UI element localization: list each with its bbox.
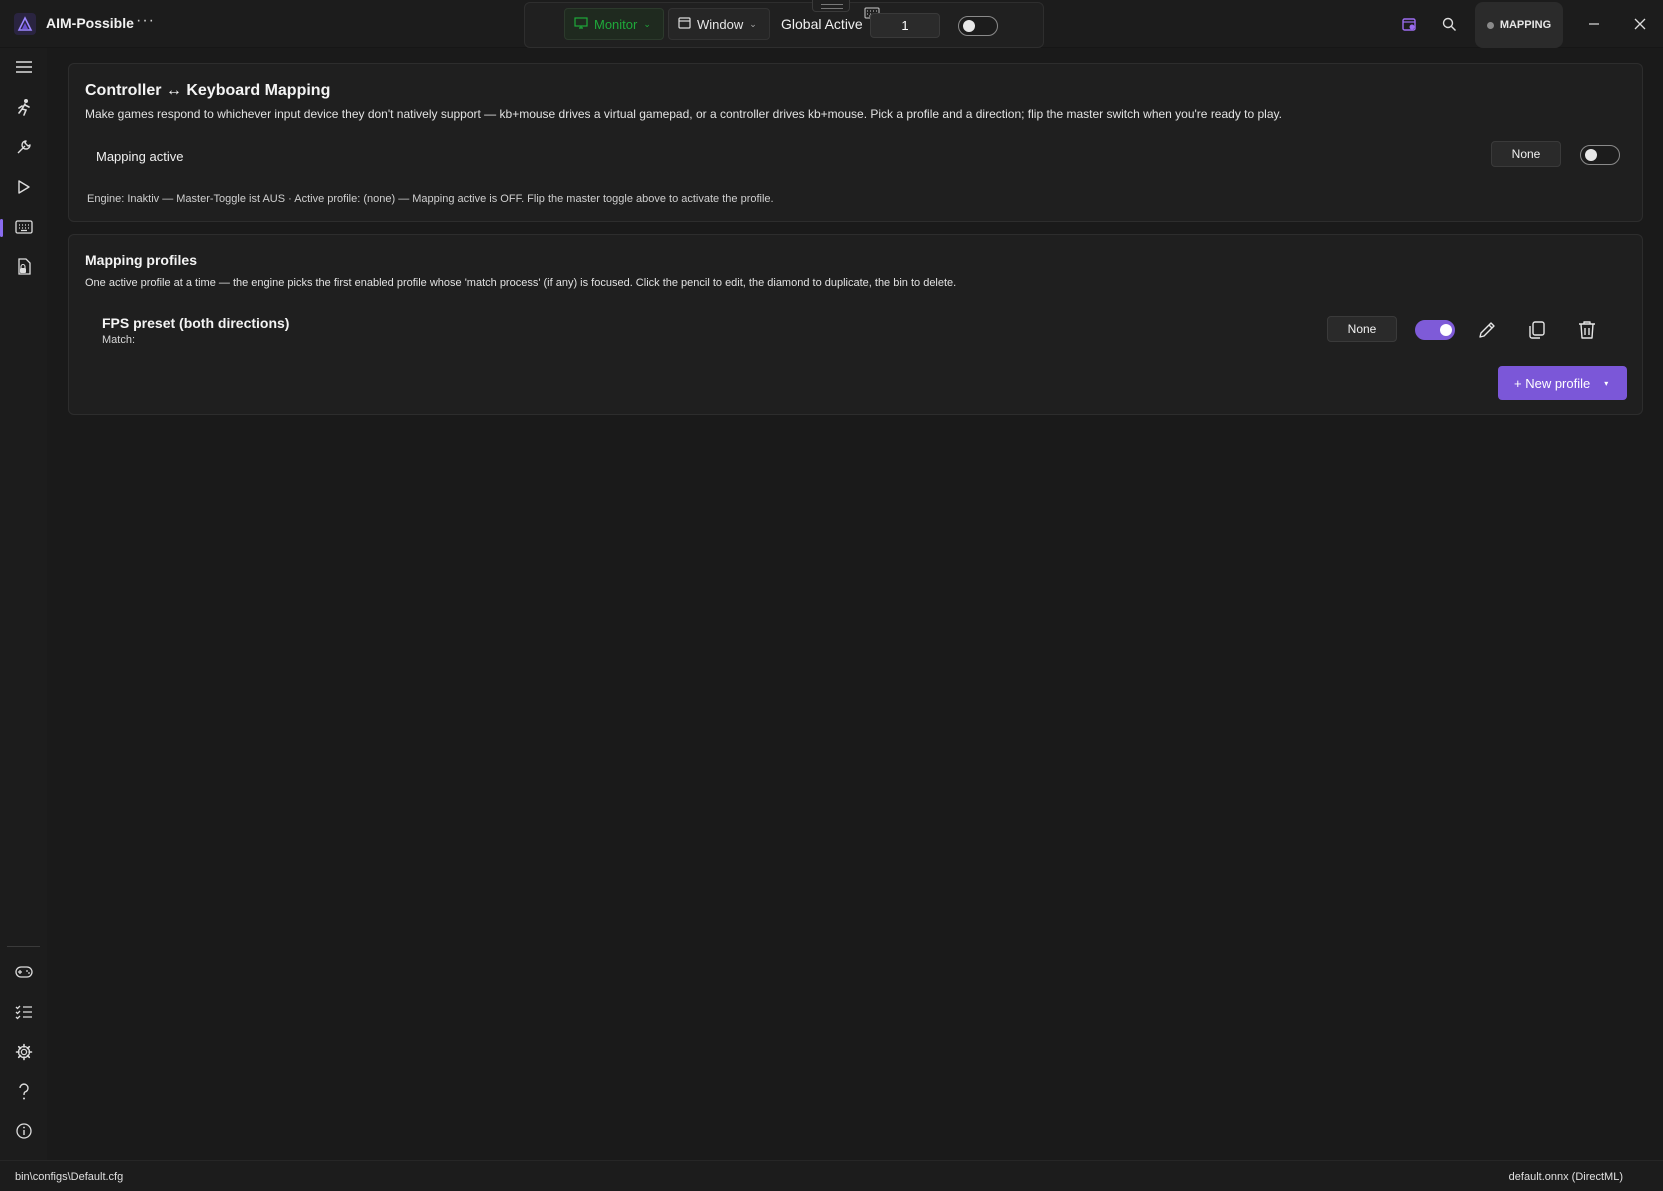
status-bar: bin\configs\Default.cfg default.onnx (Di…	[0, 1160, 1663, 1191]
global-active-label: Global Active	[781, 16, 863, 32]
profile-name: FPS preset (both directions)	[102, 315, 290, 331]
model-info: default.onnx (DirectML)	[1508, 1171, 1623, 1183]
profile-hotkey-button[interactable]: None	[1327, 316, 1397, 342]
mapping-card: Controller ↔ Keyboard Mapping Make games…	[68, 63, 1643, 222]
gear-icon[interactable]	[13, 1041, 35, 1063]
search-icon[interactable]	[1439, 14, 1459, 34]
sidebar-divider	[7, 946, 40, 947]
play-icon[interactable]	[13, 176, 35, 198]
mode-badge-label: MAPPING	[1499, 19, 1552, 31]
close-button[interactable]	[1628, 12, 1652, 36]
mapping-hotkey-button[interactable]: None	[1491, 141, 1561, 167]
pencil-icon[interactable]	[1475, 318, 1499, 342]
monitor-label: Monitor	[594, 16, 638, 32]
drag-handle[interactable]	[812, 0, 850, 12]
mapping-active-toggle[interactable]	[1580, 145, 1620, 165]
global-active-toggle[interactable]	[958, 16, 998, 36]
sidebar	[0, 48, 47, 1160]
monitor-icon	[574, 16, 588, 32]
window-dropdown[interactable]: Window ⌄	[668, 8, 770, 40]
keyboard-icon[interactable]	[13, 216, 35, 238]
mode-badge[interactable]: MAPPING	[1475, 2, 1563, 48]
wrench-icon[interactable]	[13, 136, 35, 158]
monitor-dropdown[interactable]: Monitor ⌄	[564, 8, 664, 40]
gamepad-icon[interactable]	[13, 961, 35, 983]
mapping-active-label: Mapping active	[96, 149, 184, 164]
sidebar-active-indicator	[0, 219, 3, 237]
checklist-icon[interactable]	[13, 1001, 35, 1023]
profiles-card: Mapping profiles One active profile at a…	[68, 234, 1643, 415]
document-lock-icon[interactable]	[13, 256, 35, 278]
toggle-knob	[1585, 149, 1597, 161]
caret-down-icon[interactable]: ▾	[1604, 379, 1608, 388]
minimize-button[interactable]	[1582, 12, 1606, 36]
toggle-knob	[963, 20, 975, 32]
new-profile-label: + New profile	[1514, 375, 1591, 391]
overlay-icon[interactable]	[1399, 14, 1419, 34]
trash-icon[interactable]	[1575, 318, 1599, 342]
profile-enabled-toggle[interactable]	[1415, 320, 1455, 340]
status-dot	[1486, 21, 1494, 29]
app-logo-icon	[14, 13, 36, 35]
toggle-knob	[1440, 324, 1452, 336]
question-icon[interactable]	[13, 1081, 35, 1103]
info-icon[interactable]	[13, 1120, 35, 1142]
window-icon	[678, 16, 691, 32]
profiles-card-title: Mapping profiles	[85, 252, 197, 268]
running-figure-icon[interactable]	[13, 96, 35, 118]
chevron-down-icon: ⌄	[749, 18, 757, 29]
app-title: AIM-Possible	[46, 15, 134, 31]
global-active-value-field[interactable]: 1	[870, 13, 940, 38]
chevron-down-icon: ⌄	[643, 18, 651, 29]
duplicate-icon[interactable]	[1525, 318, 1549, 342]
window-label: Window	[697, 16, 744, 32]
menu-icon[interactable]	[13, 56, 35, 78]
mapping-card-title: Controller ↔ Keyboard Mapping	[85, 82, 331, 99]
config-path: bin\configs\Default.cfg	[15, 1171, 124, 1183]
engine-status: Engine: Inaktiv — Master-Toggle ist AUS …	[87, 193, 774, 205]
profiles-card-description: One active profile at a time — the engin…	[85, 277, 957, 289]
new-profile-button[interactable]: + New profile ▾	[1498, 366, 1627, 400]
profile-match: Match:	[102, 334, 136, 346]
mapping-card-description: Make games respond to whichever input de…	[85, 107, 1282, 121]
more-options-button[interactable]: ···	[136, 12, 155, 30]
